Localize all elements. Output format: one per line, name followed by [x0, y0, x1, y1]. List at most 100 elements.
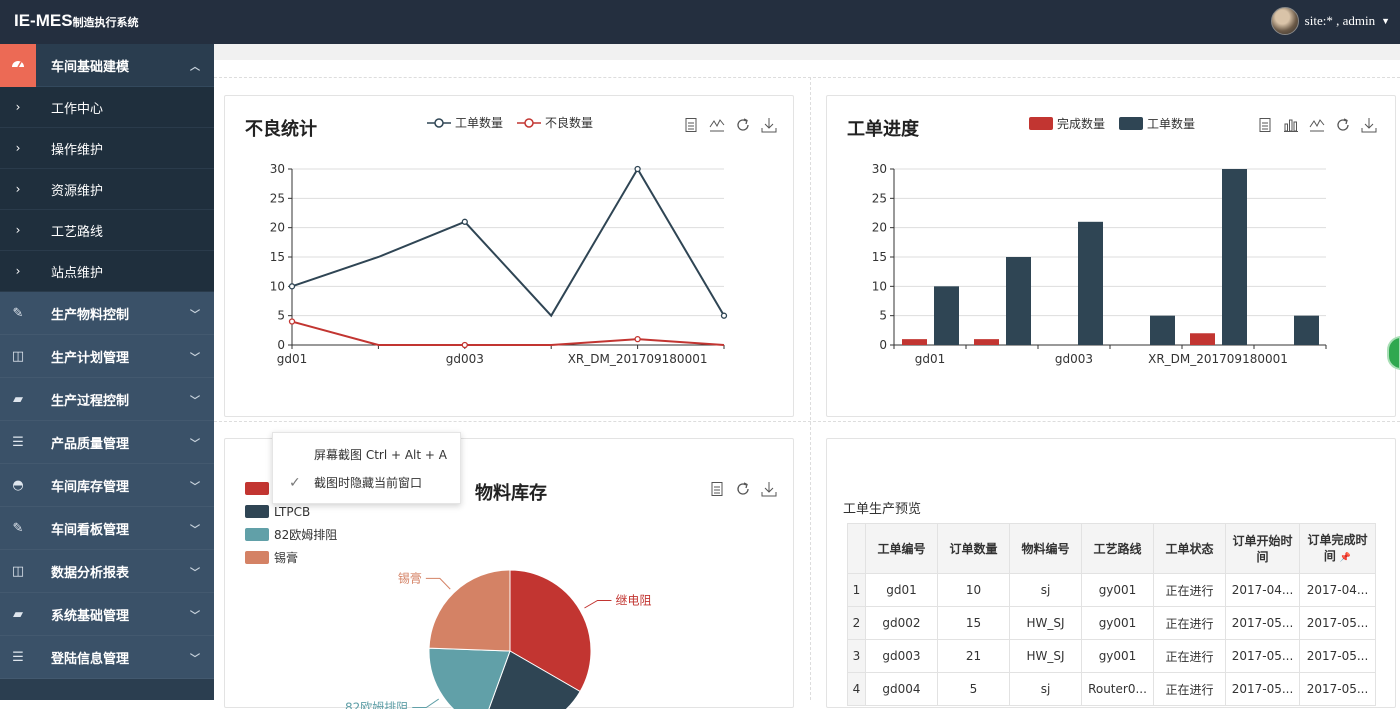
- y-tick-label: 15: [270, 250, 285, 264]
- table-cell: gd002: [865, 606, 938, 640]
- y-tick-label: 30: [270, 162, 285, 176]
- column-header[interactable]: 工单状态: [1153, 523, 1226, 574]
- column-header[interactable]: 物料编号: [1009, 523, 1082, 574]
- table-cell: sj: [1009, 672, 1082, 706]
- sidebar-group-item[interactable]: ▰ 系统基础管理 ﹀: [0, 593, 214, 636]
- sidebar-item-workshop-modeling[interactable]: 车间基础建模 ︿: [0, 43, 214, 87]
- order-preview-panel: 工单生产预览 工单编号 订单数量 物料编号 工艺路线 工单状态 订单开始时间 订单完成时间 📌…: [826, 438, 1396, 708]
- column-header[interactable]: 订单完成时间 📌: [1299, 523, 1376, 574]
- chevron-down-icon: ﹀: [190, 610, 200, 622]
- column-header[interactable]: 订单数量: [937, 523, 1010, 574]
- series-line[interactable]: [291, 320, 725, 346]
- chevron-up-icon: ︿: [190, 61, 200, 73]
- menu-item-hide-window[interactable]: ✓ 截图时隐藏当前窗口: [273, 470, 460, 496]
- user-label: site:* , admin: [1304, 13, 1376, 28]
- pin-icon[interactable]: 📌: [1340, 553, 1351, 563]
- table-cell: HW_SJ: [1009, 606, 1082, 640]
- bar[interactable]: [1078, 221, 1103, 345]
- sidebar-group-item[interactable]: ✎ 生产物料控制 ﹀: [0, 292, 214, 335]
- columns-icon: ◫: [11, 563, 25, 579]
- data-point[interactable]: [720, 312, 728, 319]
- edit-icon: ✎: [12, 305, 24, 321]
- table-cell: 2017-05...: [1299, 672, 1376, 706]
- column-header[interactable]: [847, 523, 866, 574]
- table-row[interactable]: 2 gd002 15 HW_SJ gy001 正在进行 2017-05... 2017-05.…: [847, 606, 1376, 640]
- table-cell: gd01: [865, 573, 938, 607]
- chevron-right-icon: ›: [15, 182, 21, 196]
- sidebar-group-item[interactable]: ◫ 数据分析报表 ﹀: [0, 550, 214, 593]
- bar[interactable]: [902, 339, 927, 345]
- table-cell: 10: [937, 573, 1010, 607]
- data-point[interactable]: [288, 283, 296, 290]
- list-icon: ☰: [12, 649, 24, 665]
- pie-slice[interactable]: [428, 569, 511, 652]
- data-point[interactable]: [461, 341, 468, 349]
- progress-chart-panel: 工单进度 完成数量 工单数量 0 5 10 15 20 25 30 gd01 gd003 XR_D…: [826, 95, 1400, 417]
- context-menu: 屏幕截图 Ctrl + Alt + A ✓ 截图时隐藏当前窗口: [272, 432, 461, 504]
- sidebar-subitem[interactable]: › 资源维护: [0, 169, 214, 210]
- sidebar-subitem[interactable]: › 工作中心: [0, 87, 214, 128]
- bar[interactable]: [1222, 169, 1247, 345]
- x-tick-label: XR_DM_201709180001: [568, 352, 708, 366]
- bar[interactable]: [1190, 333, 1215, 345]
- series-line[interactable]: [291, 167, 725, 318]
- sidebar-group-item[interactable]: ▰ 生产过程控制 ﹀: [0, 378, 214, 421]
- sidebar-subitem[interactable]: › 操作维护: [0, 128, 214, 169]
- y-tick-label: 10: [872, 279, 887, 293]
- x-tick-label: gd003: [446, 352, 484, 366]
- table-cell: 正在进行: [1153, 672, 1226, 706]
- bar[interactable]: [1294, 315, 1319, 345]
- bar[interactable]: [934, 286, 959, 345]
- bar[interactable]: [1150, 315, 1175, 345]
- dashboard-icon: [0, 43, 36, 87]
- column-header-label: 工单状态: [1165, 541, 1214, 556]
- sidebar-group-item[interactable]: ◫ 生产计划管理 ﹀: [0, 335, 214, 378]
- sidebar-item-label: 资源维护: [51, 183, 104, 199]
- table-cell: 正在进行: [1153, 606, 1226, 640]
- app-title: IE-MES: [14, 11, 73, 30]
- column-header[interactable]: 工艺路线: [1081, 523, 1154, 574]
- y-tick-label: 30: [872, 162, 887, 176]
- menu-item-screenshot[interactable]: 屏幕截图 Ctrl + Alt + A: [273, 442, 460, 468]
- chevron-right-icon: ›: [15, 223, 21, 237]
- chevron-down-icon: ﹀: [190, 653, 200, 665]
- pie-label-line: [412, 698, 439, 708]
- sidebar-group-item[interactable]: ◓ 车间库存管理 ﹀: [0, 464, 214, 507]
- table-cell: 2017-05...: [1299, 606, 1376, 640]
- column-header-label: 订单数量: [949, 541, 998, 556]
- sidebar-subitem[interactable]: › 工艺路线: [0, 210, 214, 251]
- table-cell: 正在进行: [1153, 639, 1226, 673]
- data-point[interactable]: [634, 335, 641, 343]
- sidebar-subitem[interactable]: › 站点维护: [0, 251, 214, 292]
- sidebar-item-label: 车间看板管理: [51, 522, 130, 538]
- table-row[interactable]: 4 gd004 5 sj Router0... 正在进行 2017-05... 2017-05…: [847, 672, 1376, 706]
- y-tick-label: 25: [872, 191, 887, 205]
- column-header-label: 物料编号: [1021, 541, 1070, 556]
- sidebar-group-item[interactable]: ✎ 车间看板管理 ﹀: [0, 507, 214, 550]
- pie-label-line: [425, 577, 451, 590]
- table-row[interactable]: 1 gd01 10 sj gy001 正在进行 2017-04... 2017-04...: [847, 573, 1376, 607]
- table-cell: 2017-05...: [1225, 606, 1300, 640]
- sidebar-item-label: 系统基础管理: [51, 608, 130, 624]
- chevron-down-icon: ﹀: [190, 395, 200, 407]
- data-point[interactable]: [288, 318, 296, 325]
- sidebar-item-label: 车间库存管理: [51, 479, 130, 495]
- y-tick-label: 25: [270, 191, 285, 205]
- data-point[interactable]: [634, 165, 641, 173]
- check-icon: ✓: [289, 475, 301, 491]
- column-header[interactable]: 订单开始时间: [1225, 523, 1300, 574]
- app-brand[interactable]: IE-MES制造执行系统: [14, 11, 139, 31]
- column-header[interactable]: 工单编号: [865, 523, 938, 574]
- bar[interactable]: [1006, 257, 1031, 345]
- sidebar-item-label: 站点维护: [51, 265, 104, 281]
- avatar: [1270, 7, 1299, 35]
- user-menu[interactable]: site:* , admin ▼: [1270, 6, 1390, 36]
- bar[interactable]: [974, 339, 999, 345]
- table-row[interactable]: 3 gd003 21 HW_SJ gy001 正在进行 2017-05... 2017-05.…: [847, 639, 1376, 673]
- sidebar-item-label: 登陆信息管理: [51, 651, 130, 667]
- sidebar-item-label: 产品质量管理: [51, 436, 130, 452]
- y-tick-label: 0: [277, 338, 285, 352]
- data-point[interactable]: [461, 218, 468, 225]
- sidebar-group-item[interactable]: ☰ 登陆信息管理 ﹀: [0, 636, 214, 679]
- sidebar-group-item[interactable]: ☰ 产品质量管理 ﹀: [0, 421, 214, 464]
